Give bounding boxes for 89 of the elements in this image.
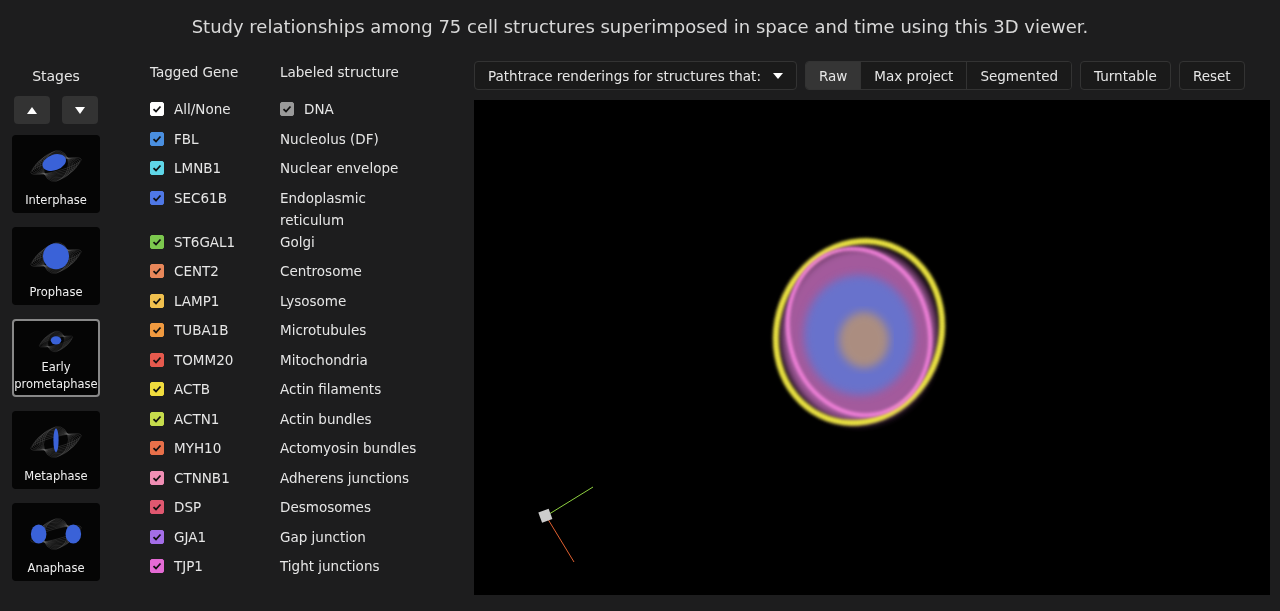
checkbox[interactable] — [150, 470, 164, 485]
checkbox[interactable] — [150, 234, 164, 249]
checkbox[interactable] — [280, 102, 294, 116]
structure-label: Endoplasmic reticulum — [280, 188, 367, 230]
stage-thumbnail[interactable]: Prophase — [12, 227, 100, 305]
page-heading: Study relationships among 75 cell structures superimposed in space and time using this 3D viewer. — [190, 15, 1090, 39]
checkbox[interactable] — [150, 529, 164, 544]
stage-label: Metaphase — [24, 468, 88, 485]
gene-label: MYH10 — [174, 439, 222, 458]
gene-label: LAMP1 — [174, 291, 220, 311]
stage-label: Interphase — [25, 192, 87, 209]
gene-label: LMNB1 — [174, 159, 222, 178]
stage-thumbnail[interactable]: Early prometaphase — [12, 319, 100, 397]
mode-tab[interactable]: Max project — [860, 62, 967, 89]
gene-label: ACTB — [174, 380, 210, 399]
structure-dropdown[interactable]: Pathtrace renderings for structures that: — [474, 61, 797, 90]
gene-label: TOMM20 — [174, 350, 234, 370]
gene-label: TUBA1B — [174, 321, 229, 340]
checkbox[interactable] — [150, 264, 164, 278]
column-heading: Labeled structure — [280, 64, 400, 82]
check-icon — [152, 443, 162, 453]
check-icon — [152, 472, 162, 483]
structure-label: Tight junctions — [280, 557, 380, 576]
column-heading: Tagged Gene — [150, 64, 240, 82]
structure-label: Actin filaments — [280, 380, 382, 399]
check-icon — [152, 104, 162, 114]
stage-label: Anaphase — [27, 560, 85, 577]
check-icon — [152, 325, 162, 335]
3d-viewport[interactable] — [474, 100, 1270, 595]
down-triangle-icon — [75, 106, 85, 114]
stage-label: Prophase — [29, 284, 83, 301]
structure-label: Lysosome — [280, 291, 347, 311]
structure-label: Mitochondria — [280, 350, 368, 370]
checkbox[interactable] — [150, 323, 164, 337]
up-button[interactable] — [14, 96, 50, 124]
structure-label: Centrosome — [280, 262, 362, 281]
check-icon — [152, 192, 162, 203]
gene-label: SEC61B — [174, 188, 227, 208]
mode-tab[interactable]: Segmented — [966, 62, 1072, 89]
gene-label: TJP1 — [174, 557, 203, 576]
check-icon — [152, 133, 162, 144]
gene-label: CTNNB1 — [174, 468, 230, 488]
gene-label: CENT2 — [174, 262, 219, 281]
structure-label: Gap junction — [280, 527, 366, 547]
checkbox[interactable] — [150, 190, 164, 205]
checkbox[interactable] — [150, 441, 164, 455]
gene-label: ST6GAL1 — [174, 232, 236, 252]
gene-label: ACTN1 — [174, 409, 220, 429]
check-icon — [282, 104, 292, 114]
structure-label: Golgi — [280, 232, 315, 252]
structure-label: Nuclear envelope — [280, 159, 399, 178]
check-icon — [152, 354, 162, 365]
structure-label: Desmosomes — [280, 498, 371, 517]
check-icon — [152, 384, 162, 394]
checkbox[interactable] — [150, 293, 164, 308]
check-icon — [152, 531, 162, 542]
caret-icon — [772, 72, 783, 79]
structure-label: Actin bundles — [280, 409, 372, 429]
check-icon — [152, 502, 162, 512]
checkbox[interactable] — [150, 131, 164, 146]
checkbox[interactable] — [150, 559, 164, 573]
turntable-button[interactable]: Turntable — [1080, 61, 1171, 90]
stage-thumbnail[interactable]: Anaphase — [12, 503, 100, 581]
structure-label: DNA — [304, 100, 334, 119]
structure-label: Nucleolus (DF) — [280, 129, 379, 149]
structure-label: Actomyosin bundles — [280, 439, 417, 458]
stage-thumbnail[interactable]: Metaphase — [12, 411, 100, 489]
down-button[interactable] — [62, 96, 98, 124]
checkbox[interactable] — [150, 352, 164, 367]
structure-label: Microtubules — [280, 321, 367, 340]
up-triangle-icon — [27, 106, 37, 114]
check-icon — [152, 413, 162, 424]
mode-tab[interactable]: Raw — [805, 62, 861, 89]
checkbox[interactable] — [150, 500, 164, 514]
gene-label: GJA1 — [174, 527, 207, 547]
stages-heading: Stages — [32, 68, 80, 84]
check-icon — [152, 236, 162, 247]
gene-label: All/None — [174, 100, 231, 119]
structure-label: Adherens junctions — [280, 468, 410, 488]
check-icon — [152, 561, 162, 571]
stage-label: Early prometaphase — [14, 359, 98, 393]
check-icon — [152, 266, 162, 276]
reset-button[interactable]: Reset — [1178, 61, 1245, 90]
gene-label: FBL — [174, 129, 199, 149]
check-icon — [152, 295, 162, 306]
gene-label: DSP — [174, 498, 202, 517]
stage-thumbnail[interactable]: Interphase — [12, 135, 100, 213]
checkbox[interactable] — [150, 161, 164, 175]
check-icon — [152, 163, 162, 173]
